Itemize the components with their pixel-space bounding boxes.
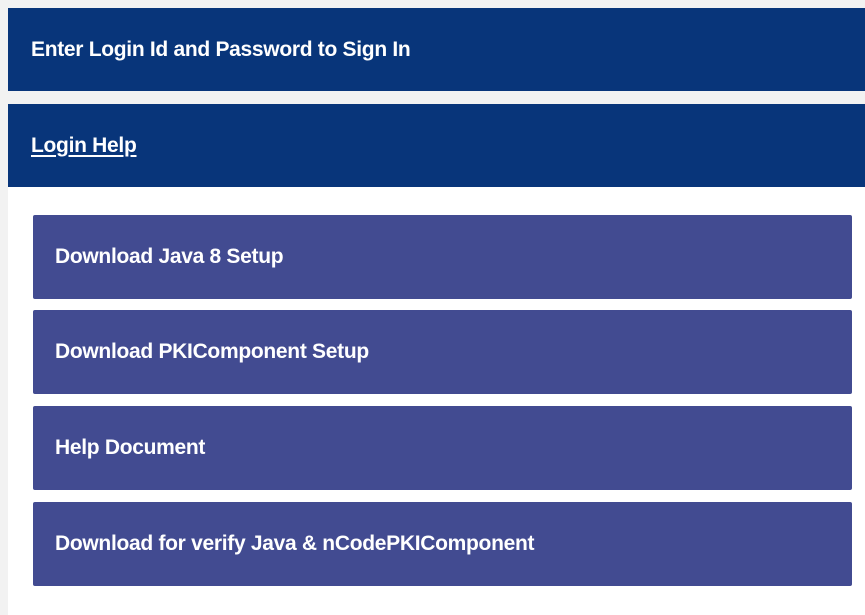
help-document-label: Help Document (55, 436, 206, 459)
download-java-label: Download Java 8 Setup (55, 245, 284, 268)
download-pkicomponent-button[interactable]: Download PKIComponent Setup (33, 310, 852, 394)
download-java-button[interactable]: Download Java 8 Setup (33, 215, 852, 299)
login-help-header[interactable]: Login Help (8, 104, 865, 187)
login-page: Enter Login Id and Password to Sign In L… (0, 0, 865, 615)
login-help-link[interactable]: Login Help (31, 134, 137, 158)
help-document-button[interactable]: Help Document (33, 406, 852, 490)
signin-header: Enter Login Id and Password to Sign In (8, 8, 865, 91)
signin-header-text: Enter Login Id and Password to Sign In (31, 37, 411, 61)
download-verify-button[interactable]: Download for verify Java & nCodePKICompo… (33, 502, 852, 586)
login-help-panel: Download Java 8 Setup Download PKICompon… (8, 187, 865, 615)
download-pkicomponent-label: Download PKIComponent Setup (55, 340, 369, 363)
download-verify-label: Download for verify Java & nCodePKICompo… (55, 532, 535, 555)
